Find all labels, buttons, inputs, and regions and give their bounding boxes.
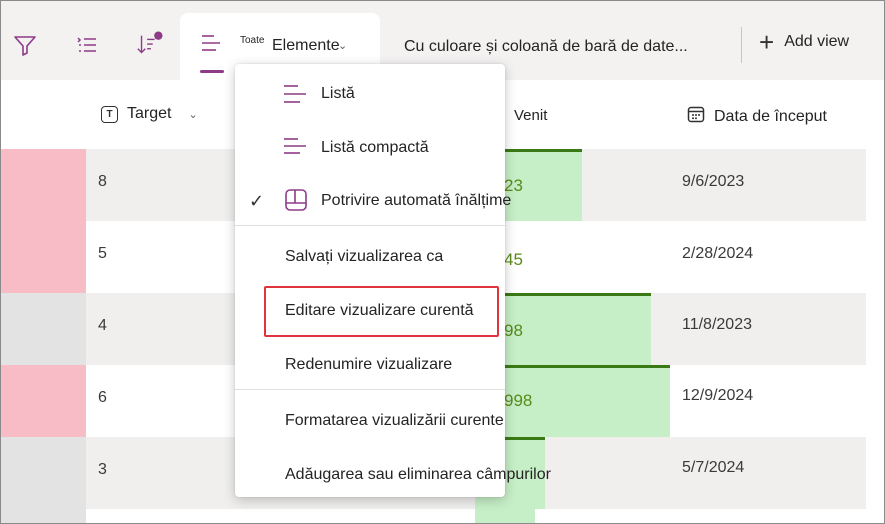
revenue-data-bar [475, 509, 535, 523]
text-field-icon: T [101, 105, 118, 123]
highlight-box [264, 286, 499, 337]
filter-icon[interactable] [11, 31, 39, 59]
revenue-cell: 98 [504, 321, 523, 340]
menu-item-label: Salvați vizualizarea ca [285, 248, 444, 265]
tab-label: Elemente [272, 37, 340, 54]
add-view-label: Add view [784, 33, 850, 50]
menu-item-label: Redenumire vizualizare [285, 356, 453, 373]
target-cell: 5 [98, 245, 107, 262]
active-tab-indicator [200, 70, 224, 73]
column-label-venit: Venit [514, 107, 548, 124]
status-color-cell [1, 437, 86, 509]
menu-item-rename-view[interactable]: Redenumire vizualizare [235, 340, 505, 390]
column-label-target: Target [127, 105, 172, 122]
column-header-target[interactable]: T Target ⌄ [101, 105, 198, 123]
menu-separator [235, 389, 505, 390]
status-color-cell [1, 293, 86, 365]
group-list-icon[interactable] [73, 31, 101, 59]
view-options-menu: Listă Listă compactă ✓ Potrivire automat… [235, 64, 551, 500]
tab-prefix: Toate [240, 35, 265, 46]
menu-item-label: Listă compactă [321, 139, 429, 156]
target-cell: 6 [98, 389, 107, 406]
start-date-cell: 5/7/2024 [682, 459, 745, 476]
plus-icon: + [759, 27, 775, 57]
app-frame: Toate Elemente ⌄ Cu culoare și coloană d… [0, 0, 885, 524]
target-cell: 8 [98, 173, 107, 190]
checkmark-icon: ✓ [249, 190, 265, 211]
target-cell: 3 [98, 461, 107, 478]
revenue-cell: 45 [504, 250, 523, 269]
column-label-start-date: Data de început [714, 107, 827, 125]
status-color-cell [1, 365, 86, 437]
status-color-cell [1, 221, 86, 293]
start-date-cell: 12/9/2024 [682, 387, 754, 404]
start-date-cell: 2/28/2024 [682, 245, 754, 262]
menu-separator [235, 225, 505, 226]
menu-item-label: Listă [321, 85, 355, 102]
menu-item-label: Adăugarea sau eliminarea câmpurilor [285, 466, 551, 483]
menu-item-compact-list[interactable]: Listă compactă [235, 123, 505, 173]
table-row-partial [1, 509, 866, 523]
menu-item-save-view-as[interactable]: Salvați vizualizarea ca [235, 232, 505, 282]
autofit-height-icon [284, 188, 308, 217]
status-color-cell [1, 509, 86, 523]
compact-list-icon [282, 135, 308, 164]
sort-icon[interactable] [135, 31, 163, 59]
toolbar-divider [741, 27, 742, 63]
chevron-down-icon: ⌄ [188, 108, 198, 121]
view-tab-colored[interactable]: Cu culoare și coloană de bară de date... [404, 38, 688, 56]
start-date-cell: 11/8/2023 [682, 316, 752, 333]
menu-item-label: Formatarea vizualizării curente [285, 412, 504, 429]
start-date-cell: 9/6/2023 [682, 173, 745, 190]
chevron-down-icon: ⌄ [338, 40, 348, 52]
list-lines-icon [200, 32, 222, 59]
menu-item-label: Potrivire automată înălțime [321, 192, 512, 209]
menu-item-autofit-height[interactable]: ✓ Potrivire automată înălțime [235, 176, 511, 226]
target-cell: 4 [98, 317, 107, 334]
column-header-start-date[interactable]: Data de început [687, 105, 827, 128]
list-icon [282, 82, 308, 111]
revenue-cell: 998 [504, 391, 533, 410]
add-view-button[interactable]: + Add view [759, 27, 850, 57]
calendar-icon [687, 105, 705, 128]
menu-item-list[interactable]: Listă [235, 69, 505, 119]
menu-item-add-remove-columns[interactable]: Adăugarea sau eliminarea câmpurilor [235, 450, 551, 500]
menu-item-format-current-view[interactable]: Formatarea vizualizării curente [235, 396, 505, 446]
status-color-cell [1, 149, 86, 221]
